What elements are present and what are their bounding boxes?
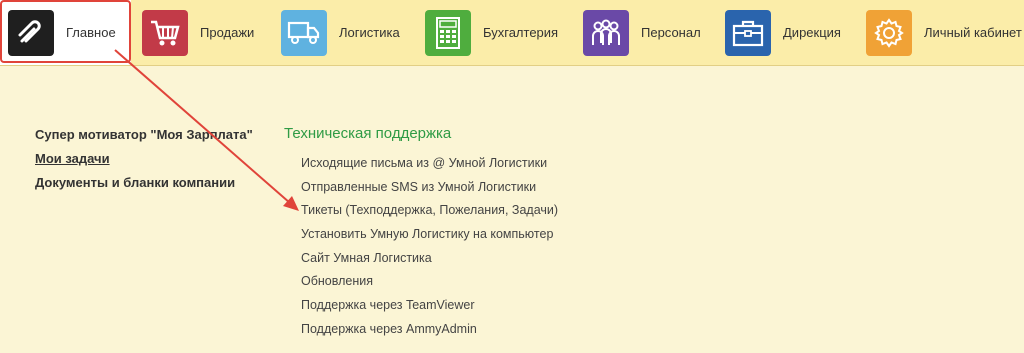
link-ammyadmin[interactable]: Поддержка через AmmyAdmin bbox=[301, 322, 558, 346]
section-label: Логистика bbox=[339, 25, 400, 40]
section-directorate[interactable]: Дирекция bbox=[725, 0, 841, 65]
truck-icon bbox=[281, 9, 327, 56]
main-links: Супер мотиватор "Моя Зарплата" Мои задач… bbox=[35, 128, 253, 200]
section-label: Главное bbox=[66, 25, 116, 40]
link-teamviewer[interactable]: Поддержка через TeamViewer bbox=[301, 298, 558, 322]
section-main[interactable]: Главное bbox=[0, 0, 131, 65]
link-install[interactable]: Установить Умную Логистику на компьютер bbox=[301, 227, 558, 251]
support-group-title: Техническая поддержка bbox=[284, 125, 452, 142]
section-label: Продажи bbox=[200, 25, 255, 40]
section-label: Личный кабинет bbox=[924, 25, 1022, 40]
section-logistics[interactable]: Логистика bbox=[281, 0, 400, 65]
gear-icon bbox=[866, 9, 912, 56]
link-tickets[interactable]: Тикеты (Техподдержка, Пожелания, Задачи) bbox=[301, 203, 558, 227]
calculator-icon bbox=[425, 9, 471, 56]
support-links: Исходящие письма из @ Умной Логистики От… bbox=[301, 156, 558, 346]
section-label: Бухгалтерия bbox=[483, 25, 559, 40]
section-sales[interactable]: Продажи bbox=[142, 0, 254, 65]
link-my-tasks[interactable]: Мои задачи bbox=[35, 152, 253, 176]
link-outgoing-emails[interactable]: Исходящие письма из @ Умной Логистики bbox=[301, 156, 558, 180]
section-personnel[interactable]: Персонал bbox=[583, 0, 701, 65]
sections-panel: Главное Продажи Логистика Бухгалтерия Пе… bbox=[0, 0, 1024, 66]
link-website[interactable]: Сайт Умная Логистика bbox=[301, 251, 558, 275]
link-salary-motivator[interactable]: Супер мотиватор "Моя Зарплата" bbox=[35, 128, 253, 152]
link-company-documents[interactable]: Документы и бланки компании bbox=[35, 176, 253, 200]
link-updates[interactable]: Обновления bbox=[301, 274, 558, 298]
paperclip-icon bbox=[8, 9, 54, 56]
section-label: Персонал bbox=[641, 25, 701, 40]
section-accounting[interactable]: Бухгалтерия bbox=[425, 0, 558, 65]
section-personal-account[interactable]: Личный кабинет bbox=[866, 0, 1022, 65]
people-icon bbox=[583, 9, 629, 56]
briefcase-icon bbox=[725, 9, 771, 56]
link-sent-sms[interactable]: Отправленные SMS из Умной Логистики bbox=[301, 180, 558, 204]
section-label: Дирекция bbox=[783, 25, 841, 40]
shopping-cart-icon bbox=[142, 9, 188, 56]
